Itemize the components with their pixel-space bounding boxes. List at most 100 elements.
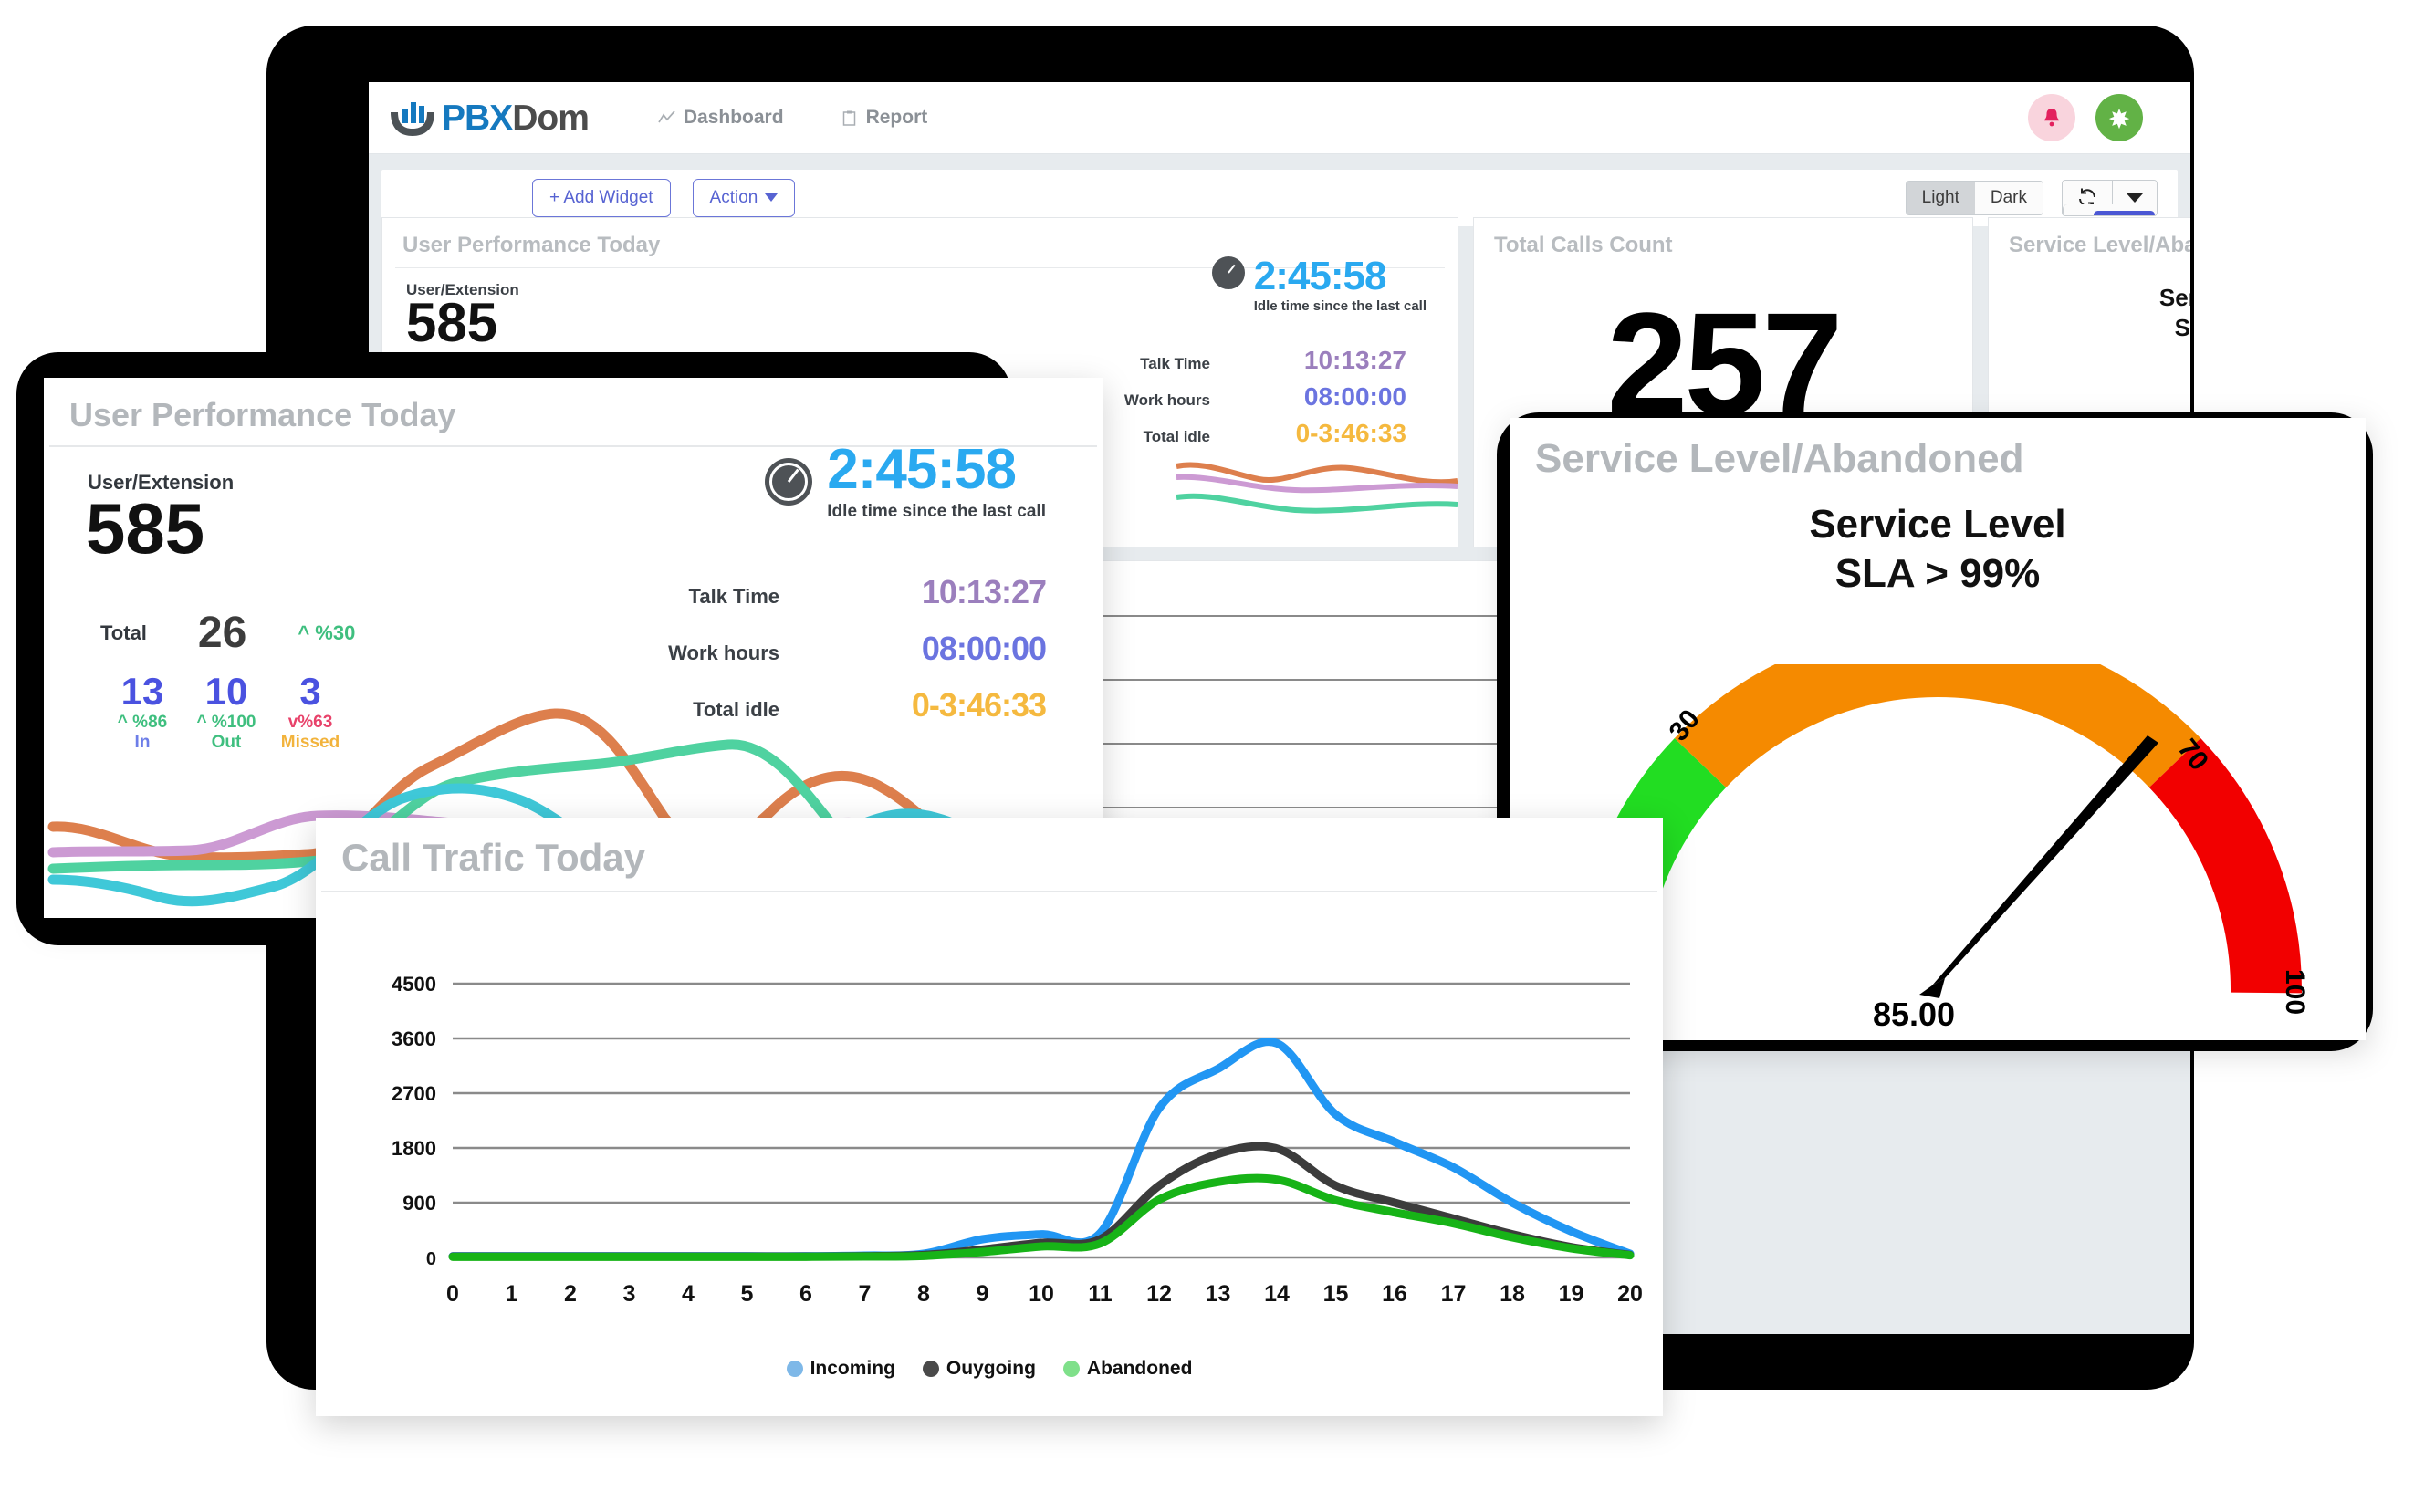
clipboard-icon — [841, 109, 858, 127]
chevron-down-icon — [765, 193, 779, 203]
svg-text:14: 14 — [1264, 1281, 1290, 1307]
theme-toggle: Light Dark — [1905, 181, 2043, 215]
widget-title: Service Level/Abandoned — [2009, 233, 2190, 257]
theme-option-dark[interactable]: Dark — [1974, 182, 2043, 214]
idle-and-times-group: 2:45:58 Idle time since the last call Ta… — [668, 442, 1047, 743]
kpi-value: 3 — [299, 670, 321, 713]
service-level-sla: SLA > 99% — [1834, 551, 2041, 596]
service-level-heading: Service Level — [1809, 502, 2066, 547]
svg-text:2700: 2700 — [392, 1082, 436, 1105]
gauge-value: 85.00 — [1873, 996, 1955, 1029]
app-header: PBXDom Dashboard Report — [369, 82, 2190, 154]
svg-text:100: 100 — [2280, 969, 2310, 1015]
idle-time-value: 2:45:58 — [827, 438, 1017, 501]
svg-text:9: 9 — [977, 1281, 989, 1307]
nav-label-report: Report — [865, 107, 928, 128]
svg-text:0: 0 — [446, 1281, 459, 1307]
metric-value: 10:13:27 — [921, 573, 1047, 610]
action-dropdown-label: Action — [709, 188, 758, 207]
action-dropdown-button[interactable]: Action — [692, 179, 796, 217]
kpi-value: 13 — [120, 670, 164, 713]
legend-label: Ouygoing — [946, 1358, 1036, 1379]
widget-title: User Performance Today — [69, 396, 456, 433]
svg-text:4500: 4500 — [392, 973, 436, 996]
widget-title: Call Trafic Today — [341, 836, 645, 879]
svg-text:0: 0 — [426, 1249, 436, 1269]
line-chart-icon — [658, 109, 675, 127]
metric-label: Work hours — [1123, 391, 1210, 409]
svg-text:11: 11 — [1088, 1281, 1113, 1307]
metric-value: 08:00:00 — [1303, 382, 1406, 411]
idle-time-value: 2:45:58 — [1253, 254, 1387, 298]
metric-value: 10:13:27 — [1303, 346, 1406, 374]
nav-item-report[interactable]: Report — [841, 107, 928, 129]
chart-legend: Incoming Ouygoing Abandoned — [316, 1358, 1663, 1380]
idle-time-caption: Idle time since the last call — [827, 502, 1046, 521]
legend-swatch — [1062, 1361, 1080, 1377]
metric-row: Work hours 08:00:00 — [1124, 382, 1406, 412]
bell-icon — [2040, 106, 2064, 130]
metric-label: Talk Time — [688, 585, 779, 608]
series-ouygoing — [448, 1142, 1635, 1261]
logo[interactable]: PBXDom — [387, 98, 590, 138]
idle-timer-row: 2:45:58 Idle time since the last call — [668, 442, 1046, 522]
legend-swatch — [922, 1361, 939, 1377]
metric-row: Talk Time 10:13:27 — [668, 573, 1047, 611]
widget-title: Total Calls Count — [1494, 233, 1673, 257]
kpi-value: 10 — [204, 670, 248, 713]
svg-text:2: 2 — [564, 1281, 577, 1307]
total-value: 26 — [197, 609, 247, 657]
clock-icon — [1211, 256, 1245, 289]
svg-text:6: 6 — [799, 1281, 812, 1307]
main-nav: Dashboard Report — [658, 107, 927, 129]
svg-text:3: 3 — [623, 1281, 636, 1307]
service-level-gauge: 0.0 30 70 100 85.00 — [1545, 664, 2310, 1029]
toolbar-right-group: Light Dark — [1905, 180, 2158, 216]
user-avatar[interactable] — [2095, 94, 2143, 141]
svg-text:5: 5 — [741, 1281, 754, 1307]
idle-time-caption: Idle time since the last call — [1253, 298, 1427, 314]
svg-text:8: 8 — [917, 1281, 930, 1307]
svg-text:17: 17 — [1441, 1281, 1467, 1307]
legend-item-outgoing: Ouygoing — [922, 1358, 1036, 1380]
chevron-down-icon — [2127, 193, 2143, 203]
svg-text:19: 19 — [1559, 1281, 1584, 1307]
theme-option-light[interactable]: Light — [1906, 182, 1975, 214]
total-delta: ^ %30 — [298, 620, 356, 644]
floating-widget-call-traffic[interactable]: Call Trafic Today 0 900 1800 2700 3600 4500 0… — [316, 818, 1663, 1416]
svg-text:20: 20 — [1617, 1281, 1643, 1307]
svg-text:18: 18 — [1500, 1281, 1525, 1307]
refresh-progress-bar — [2063, 204, 2157, 215]
logo-text-pbx: PBX — [442, 98, 513, 138]
widget-title: Service Level/Abandoned — [1535, 436, 2024, 481]
logo-text-dom: Dom — [512, 98, 590, 138]
legend-label: Incoming — [810, 1358, 895, 1379]
svg-text:900: 900 — [402, 1192, 436, 1215]
metric-row: Talk Time 10:13:27 — [1124, 346, 1406, 375]
metric-label: Work hours — [668, 641, 779, 664]
svg-text:7: 7 — [859, 1281, 872, 1307]
service-level-sla: SLA > 99% — [2174, 314, 2190, 341]
svg-text:1800: 1800 — [392, 1137, 436, 1160]
legend-item-incoming: Incoming — [786, 1358, 895, 1380]
svg-text:12: 12 — [1146, 1281, 1172, 1307]
metric-row: Work hours 08:00:00 — [668, 630, 1047, 668]
idle-timer-group: 2:45:58 Idle time since the last call — [1211, 254, 1427, 314]
service-level-heading: Service Level — [2158, 284, 2190, 311]
svg-text:16: 16 — [1382, 1281, 1407, 1307]
notifications-button[interactable] — [2028, 94, 2075, 141]
phone-bars-logo-icon — [387, 98, 438, 138]
time-metrics: Talk Time 10:13:27 Work hours 08:00:00 Tot… — [668, 573, 1047, 725]
call-traffic-chart: 09001800270036004500 0 1 2 3 4 5 6 7 8 9 10 11 12 13 1… — [392, 973, 1643, 1307]
legend-label: Abandoned — [1086, 1358, 1193, 1379]
metric-value: 08:00:00 — [921, 630, 1047, 667]
svg-text:1: 1 — [506, 1281, 518, 1307]
svg-text:15: 15 — [1323, 1281, 1349, 1307]
nav-label-dashboard: Dashboard — [683, 107, 784, 128]
nav-item-dashboard[interactable]: Dashboard — [658, 107, 784, 129]
add-widget-button[interactable]: + Add Widget — [532, 179, 671, 217]
svg-text:4: 4 — [682, 1281, 695, 1307]
clock-icon — [765, 458, 813, 506]
total-label: Total — [100, 620, 147, 644]
refresh-group — [2062, 180, 2158, 216]
